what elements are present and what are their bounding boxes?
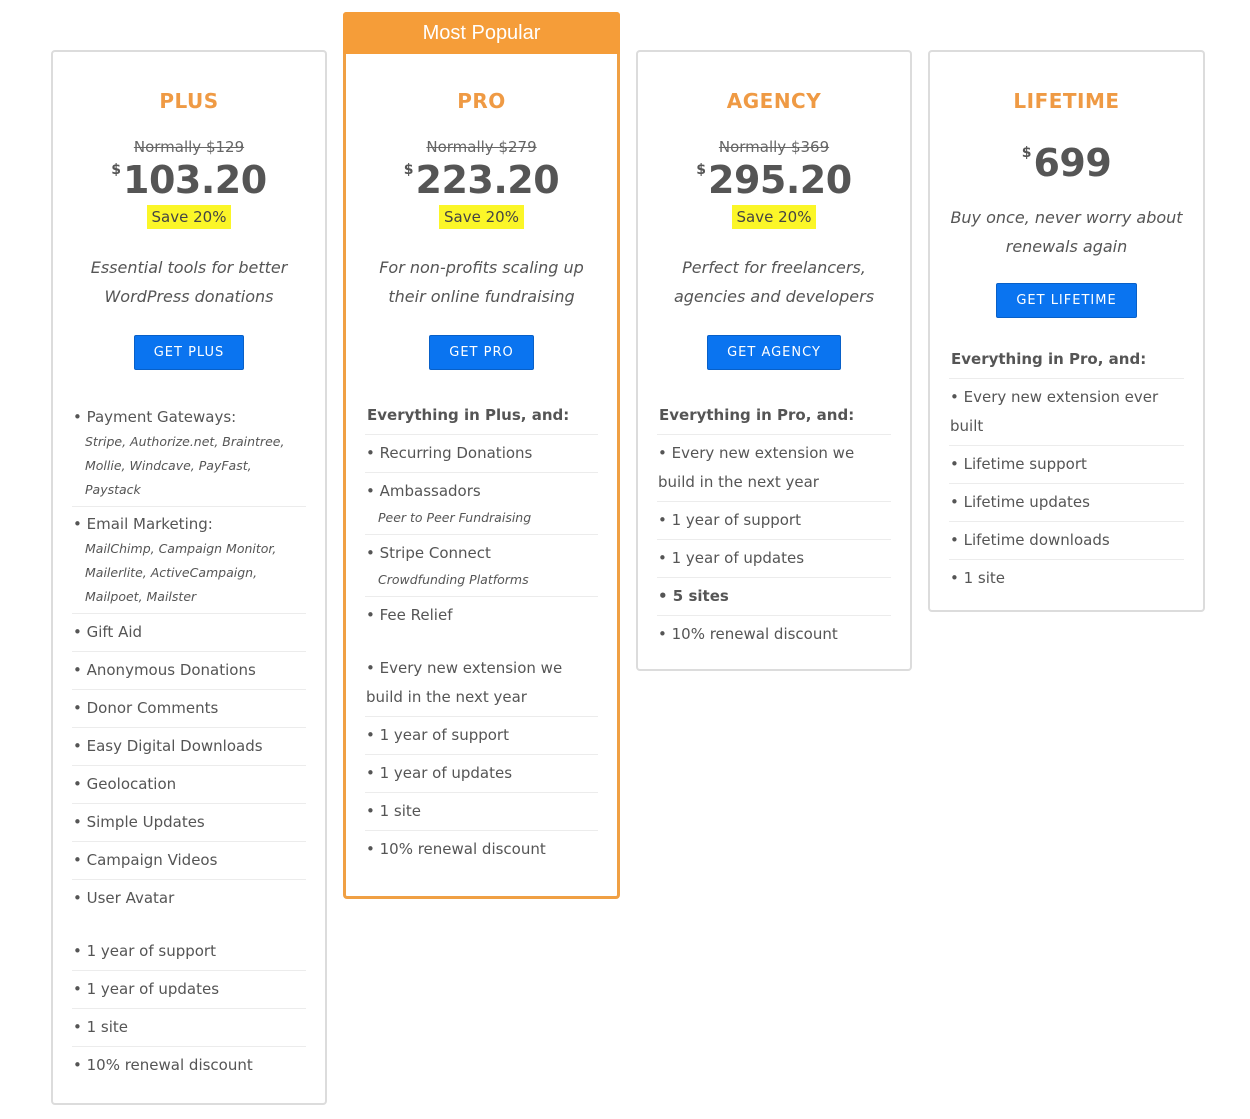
feature-item: • Donor Comments bbox=[72, 690, 306, 728]
plan-tagline: Essential tools for better WordPress don… bbox=[90, 258, 288, 306]
feature-item: • 5 sites bbox=[657, 578, 891, 616]
feature-item: • 1 year of updates bbox=[72, 971, 306, 1009]
feature-item: • Lifetime updates bbox=[949, 484, 1184, 522]
feature-item: • 1 site bbox=[950, 569, 1006, 587]
feature-item: • Stripe Connect Crowdfunding Platforms bbox=[365, 535, 598, 597]
feature-list: Everything in Pro, and: • Every new exte… bbox=[657, 398, 891, 653]
price-amount: 699 bbox=[1033, 141, 1112, 185]
feature-item: • 1 site bbox=[72, 1009, 306, 1047]
feature-item: • Every new extension we build in the ne… bbox=[657, 435, 891, 502]
feature-item: • Easy Digital Downloads bbox=[72, 728, 306, 766]
get-plus-button[interactable]: GET PLUS bbox=[133, 335, 245, 370]
plan-name: AGENCY bbox=[726, 89, 822, 113]
feature-item: • 1 year of support bbox=[365, 717, 598, 755]
feature-item: • Every new extension ever built bbox=[949, 379, 1184, 446]
save-badge: Save 20% bbox=[731, 205, 817, 229]
currency-symbol: $ bbox=[403, 162, 414, 178]
plan-name: LIFETIME bbox=[1013, 89, 1120, 113]
plan-tagline: Buy once, never worry about renewals aga… bbox=[950, 208, 1183, 256]
plan-card-lifetime: LIFETIME $699 Buy once, never worry abou… bbox=[928, 50, 1205, 612]
feature-item: • 1 year of updates bbox=[657, 540, 891, 578]
feature-label: • Payment Gateways: bbox=[73, 408, 237, 426]
feature-item: • Anonymous Donations bbox=[72, 652, 306, 690]
price-amount: 103.20 bbox=[123, 158, 267, 202]
feature-label: • Ambassadors bbox=[366, 482, 481, 500]
currency-symbol: $ bbox=[1021, 145, 1032, 161]
feature-item: • 1 year of updates bbox=[365, 755, 598, 793]
features-heading: Everything in Pro, and: bbox=[949, 342, 1184, 379]
plan-name: PLUS bbox=[159, 89, 219, 113]
most-popular-ribbon: Most Popular bbox=[343, 12, 620, 54]
feature-item: • 1 year of support bbox=[72, 933, 306, 971]
feature-item: • 1 site bbox=[365, 793, 598, 831]
feature-label: • Email Marketing: bbox=[73, 515, 213, 533]
price-amount: 295.20 bbox=[708, 158, 852, 202]
currency-symbol: $ bbox=[111, 162, 122, 178]
feature-item: • Gift Aid bbox=[72, 614, 306, 652]
plan-card-agency: AGENCY Normally $369 $295.20 Save 20% Pe… bbox=[636, 50, 912, 671]
feature-item: • Email Marketing: MailChimp, Campaign M… bbox=[72, 507, 306, 614]
plan-card-plus: PLUS Normally $129 $103.20 Save 20% Esse… bbox=[51, 50, 327, 1105]
feature-item: • Every new extension we build in the ne… bbox=[365, 650, 598, 717]
feature-label: • Stripe Connect bbox=[366, 544, 491, 562]
currency-symbol: $ bbox=[696, 162, 707, 178]
feature-sub: Crowdfunding Platforms bbox=[378, 572, 529, 587]
feature-item: • 10% renewal discount bbox=[658, 625, 838, 643]
feature-item: • Payment Gateways: Stripe, Authorize.ne… bbox=[72, 400, 306, 507]
feature-item: • Recurring Donations bbox=[365, 435, 598, 473]
features-heading: Everything in Pro, and: bbox=[657, 398, 891, 435]
price: $223.20 bbox=[346, 158, 617, 202]
feature-item: • Geolocation bbox=[72, 766, 306, 804]
save-badge: Save 20% bbox=[146, 205, 232, 229]
feature-item: • User Avatar bbox=[73, 889, 175, 907]
normal-price: Normally $129 bbox=[133, 138, 245, 156]
get-lifetime-button[interactable]: GET LIFETIME bbox=[996, 283, 1137, 318]
normal-price: Normally $369 bbox=[718, 138, 830, 156]
feature-item: • Simple Updates bbox=[72, 804, 306, 842]
feature-list: Everything in Pro, and: • Every new exte… bbox=[949, 342, 1184, 597]
price: $295.20 bbox=[638, 158, 910, 202]
plan-tagline: Perfect for freelancers, agencies and de… bbox=[673, 258, 875, 306]
plan-card-pro: Most Popular PRO Normally $279 $223.20 S… bbox=[343, 12, 620, 899]
feature-sub: Stripe, Authorize.net, Braintree, Mollie… bbox=[85, 434, 285, 497]
feature-item: • 10% renewal discount bbox=[73, 1056, 253, 1074]
feature-sub: Peer to Peer Fundraising bbox=[378, 510, 532, 525]
feature-item: • Campaign Videos bbox=[72, 842, 306, 880]
plan-name: PRO bbox=[457, 89, 506, 113]
get-agency-button[interactable]: GET AGENCY bbox=[707, 335, 841, 370]
plan-tagline: For non-profits scaling up their online … bbox=[379, 258, 584, 306]
feature-list: • Payment Gateways: Stripe, Authorize.ne… bbox=[72, 400, 306, 1084]
feature-item: • Lifetime downloads bbox=[949, 522, 1184, 560]
feature-item: • Ambassadors Peer to Peer Fundraising bbox=[365, 473, 598, 535]
feature-sub: MailChimp, Campaign Monitor, Mailerlite,… bbox=[85, 541, 277, 604]
feature-item: • 1 year of support bbox=[657, 502, 891, 540]
get-pro-button[interactable]: GET PRO bbox=[429, 335, 534, 370]
price-amount: 223.20 bbox=[415, 158, 560, 202]
feature-item: • 10% renewal discount bbox=[366, 840, 546, 858]
price: $103.20 bbox=[53, 158, 325, 202]
feature-list: Everything in Plus, and: • Recurring Don… bbox=[365, 398, 598, 868]
save-badge: Save 20% bbox=[439, 205, 524, 229]
feature-item: • Fee Relief bbox=[366, 606, 453, 624]
price: $699 bbox=[930, 141, 1203, 185]
normal-price: Normally $279 bbox=[426, 138, 537, 156]
features-heading: Everything in Plus, and: bbox=[365, 398, 598, 435]
feature-item: • Lifetime support bbox=[949, 446, 1184, 484]
